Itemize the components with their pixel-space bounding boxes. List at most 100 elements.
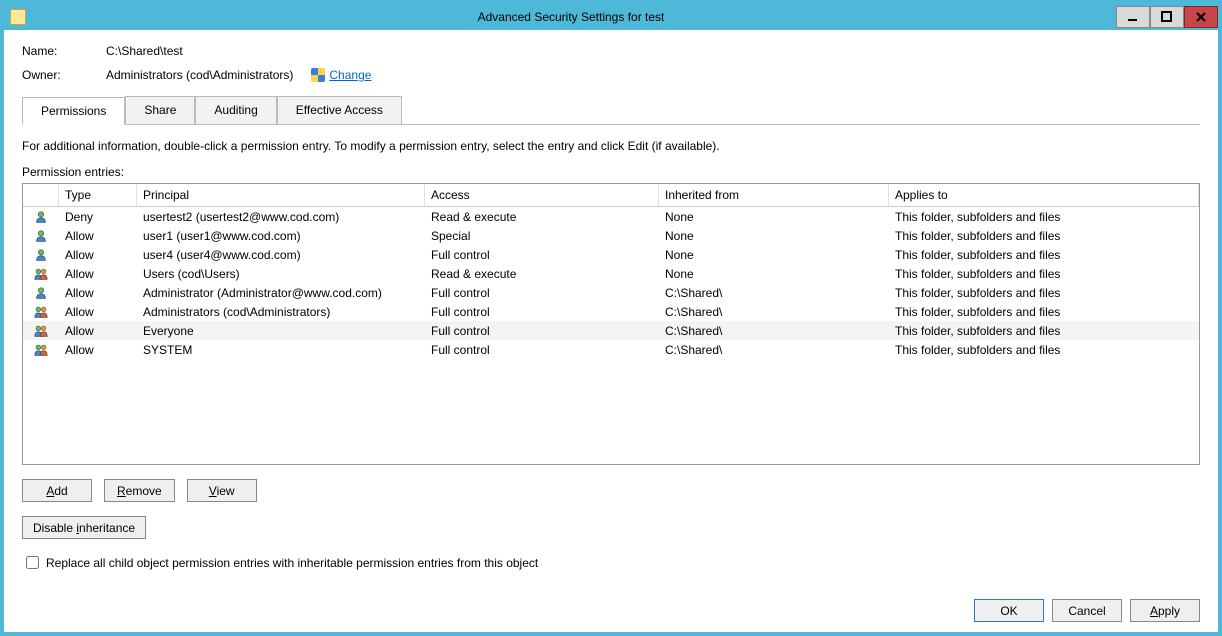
cell-type: Allow: [59, 248, 137, 262]
cell-access: Full control: [425, 343, 659, 357]
owner-label: Owner:: [22, 68, 106, 82]
change-owner-link[interactable]: Change: [329, 68, 371, 82]
cell-applies: This folder, subfolders and files: [889, 248, 1199, 262]
owner-value: Administrators (cod\Administrators): [106, 68, 293, 82]
cell-applies: This folder, subfolders and files: [889, 286, 1199, 300]
cell-type: Allow: [59, 229, 137, 243]
maximize-button[interactable]: [1150, 6, 1184, 28]
cell-access: Read & execute: [425, 267, 659, 281]
cell-applies: This folder, subfolders and files: [889, 324, 1199, 338]
table-row[interactable]: AllowSYSTEMFull controlC:\Shared\This fo…: [23, 340, 1199, 359]
cell-principal: Administrators (cod\Administrators): [137, 305, 425, 319]
apply-button[interactable]: Apply: [1130, 599, 1200, 622]
column-applies[interactable]: Applies to: [889, 184, 1199, 206]
replace-checkbox-label[interactable]: Replace all child object permission entr…: [46, 556, 538, 570]
cell-inherited: None: [659, 210, 889, 224]
cell-access: Full control: [425, 248, 659, 262]
table-row[interactable]: AllowAdministrators (cod\Administrators)…: [23, 302, 1199, 321]
client-area: Name: C:\Shared\test Owner: Administrato…: [4, 30, 1218, 632]
view-button[interactable]: View: [187, 479, 257, 502]
minimize-icon: [1127, 11, 1139, 23]
cell-type: Allow: [59, 267, 137, 281]
user-icon: [23, 229, 59, 243]
replace-checkbox[interactable]: [26, 556, 39, 569]
close-icon: [1195, 11, 1207, 23]
window-controls: [1116, 6, 1218, 28]
cell-applies: This folder, subfolders and files: [889, 305, 1199, 319]
cell-access: Full control: [425, 324, 659, 338]
group-icon: [23, 305, 59, 319]
tab-auditing[interactable]: Auditing: [195, 96, 276, 124]
cell-applies: This folder, subfolders and files: [889, 267, 1199, 281]
replace-checkbox-row: Replace all child object permission entr…: [22, 553, 1200, 572]
close-button[interactable]: [1184, 6, 1218, 28]
minimize-button[interactable]: [1116, 6, 1150, 28]
permission-entries-grid[interactable]: Type Principal Access Inherited from App…: [22, 183, 1200, 465]
column-icon[interactable]: [23, 184, 59, 206]
user-icon: [23, 248, 59, 262]
cell-principal: user1 (user1@www.cod.com): [137, 229, 425, 243]
cell-type: Allow: [59, 286, 137, 300]
cell-access: Special: [425, 229, 659, 243]
column-inherited[interactable]: Inherited from: [659, 184, 889, 206]
titlebar[interactable]: Advanced Security Settings for test: [4, 4, 1218, 30]
window-title: Advanced Security Settings for test: [26, 10, 1116, 24]
cell-type: Allow: [59, 324, 137, 338]
disable-inheritance-button[interactable]: Disable inheritance: [22, 516, 146, 539]
cell-principal: usertest2 (usertest2@www.cod.com): [137, 210, 425, 224]
grid-header: Type Principal Access Inherited from App…: [23, 184, 1199, 207]
owner-row: Owner: Administrators (cod\Administrator…: [22, 68, 1200, 82]
tab-effective-access[interactable]: Effective Access: [277, 96, 402, 124]
name-value: C:\Shared\test: [106, 44, 183, 58]
cell-inherited: C:\Shared\: [659, 286, 889, 300]
group-icon: [23, 343, 59, 357]
cancel-button[interactable]: Cancel: [1052, 599, 1122, 622]
cell-access: Read & execute: [425, 210, 659, 224]
table-row[interactable]: AllowEveryoneFull controlC:\Shared\This …: [23, 321, 1199, 340]
column-access[interactable]: Access: [425, 184, 659, 206]
cell-type: Deny: [59, 210, 137, 224]
column-type[interactable]: Type: [59, 184, 137, 206]
window-frame: Advanced Security Settings for test Name…: [0, 0, 1222, 636]
cell-inherited: None: [659, 229, 889, 243]
cell-inherited: None: [659, 267, 889, 281]
entries-label: Permission entries:: [22, 165, 1200, 179]
cell-applies: This folder, subfolders and files: [889, 343, 1199, 357]
table-row[interactable]: AllowAdministrator (Administrator@www.co…: [23, 283, 1199, 302]
remove-button[interactable]: Remove: [104, 479, 175, 502]
cell-principal: Users (cod\Users): [137, 267, 425, 281]
user-icon: [23, 210, 59, 224]
cell-inherited: None: [659, 248, 889, 262]
cell-applies: This folder, subfolders and files: [889, 229, 1199, 243]
cell-principal: Administrator (Administrator@www.cod.com…: [137, 286, 425, 300]
cell-type: Allow: [59, 343, 137, 357]
grid-body: Denyusertest2 (usertest2@www.cod.com)Rea…: [23, 207, 1199, 359]
entry-buttons: Add Remove View: [22, 479, 1200, 502]
cell-inherited: C:\Shared\: [659, 305, 889, 319]
table-row[interactable]: AllowUsers (cod\Users)Read & executeNone…: [23, 264, 1199, 283]
folder-icon: [10, 9, 26, 25]
cell-applies: This folder, subfolders and files: [889, 210, 1199, 224]
help-text: For additional information, double-click…: [22, 139, 1200, 153]
dialog-buttons: OK Cancel Apply: [974, 599, 1200, 622]
add-button[interactable]: Add: [22, 479, 92, 502]
cell-principal: user4 (user4@www.cod.com): [137, 248, 425, 262]
tab-permissions[interactable]: Permissions: [22, 97, 125, 125]
cell-inherited: C:\Shared\: [659, 343, 889, 357]
table-row[interactable]: Allowuser4 (user4@www.cod.com)Full contr…: [23, 245, 1199, 264]
name-row: Name: C:\Shared\test: [22, 44, 1200, 58]
cell-principal: SYSTEM: [137, 343, 425, 357]
table-row[interactable]: Allowuser1 (user1@www.cod.com)SpecialNon…: [23, 226, 1199, 245]
tab-strip: Permissions Share Auditing Effective Acc…: [22, 96, 1200, 125]
tab-share[interactable]: Share: [125, 96, 195, 124]
table-row[interactable]: Denyusertest2 (usertest2@www.cod.com)Rea…: [23, 207, 1199, 226]
user-icon: [23, 286, 59, 300]
shield-icon: [311, 68, 325, 82]
group-icon: [23, 324, 59, 338]
cell-access: Full control: [425, 286, 659, 300]
group-icon: [23, 267, 59, 281]
ok-button[interactable]: OK: [974, 599, 1044, 622]
column-principal[interactable]: Principal: [137, 184, 425, 206]
name-label: Name:: [22, 44, 106, 58]
disable-inheritance-row: Disable inheritance: [22, 516, 1200, 539]
